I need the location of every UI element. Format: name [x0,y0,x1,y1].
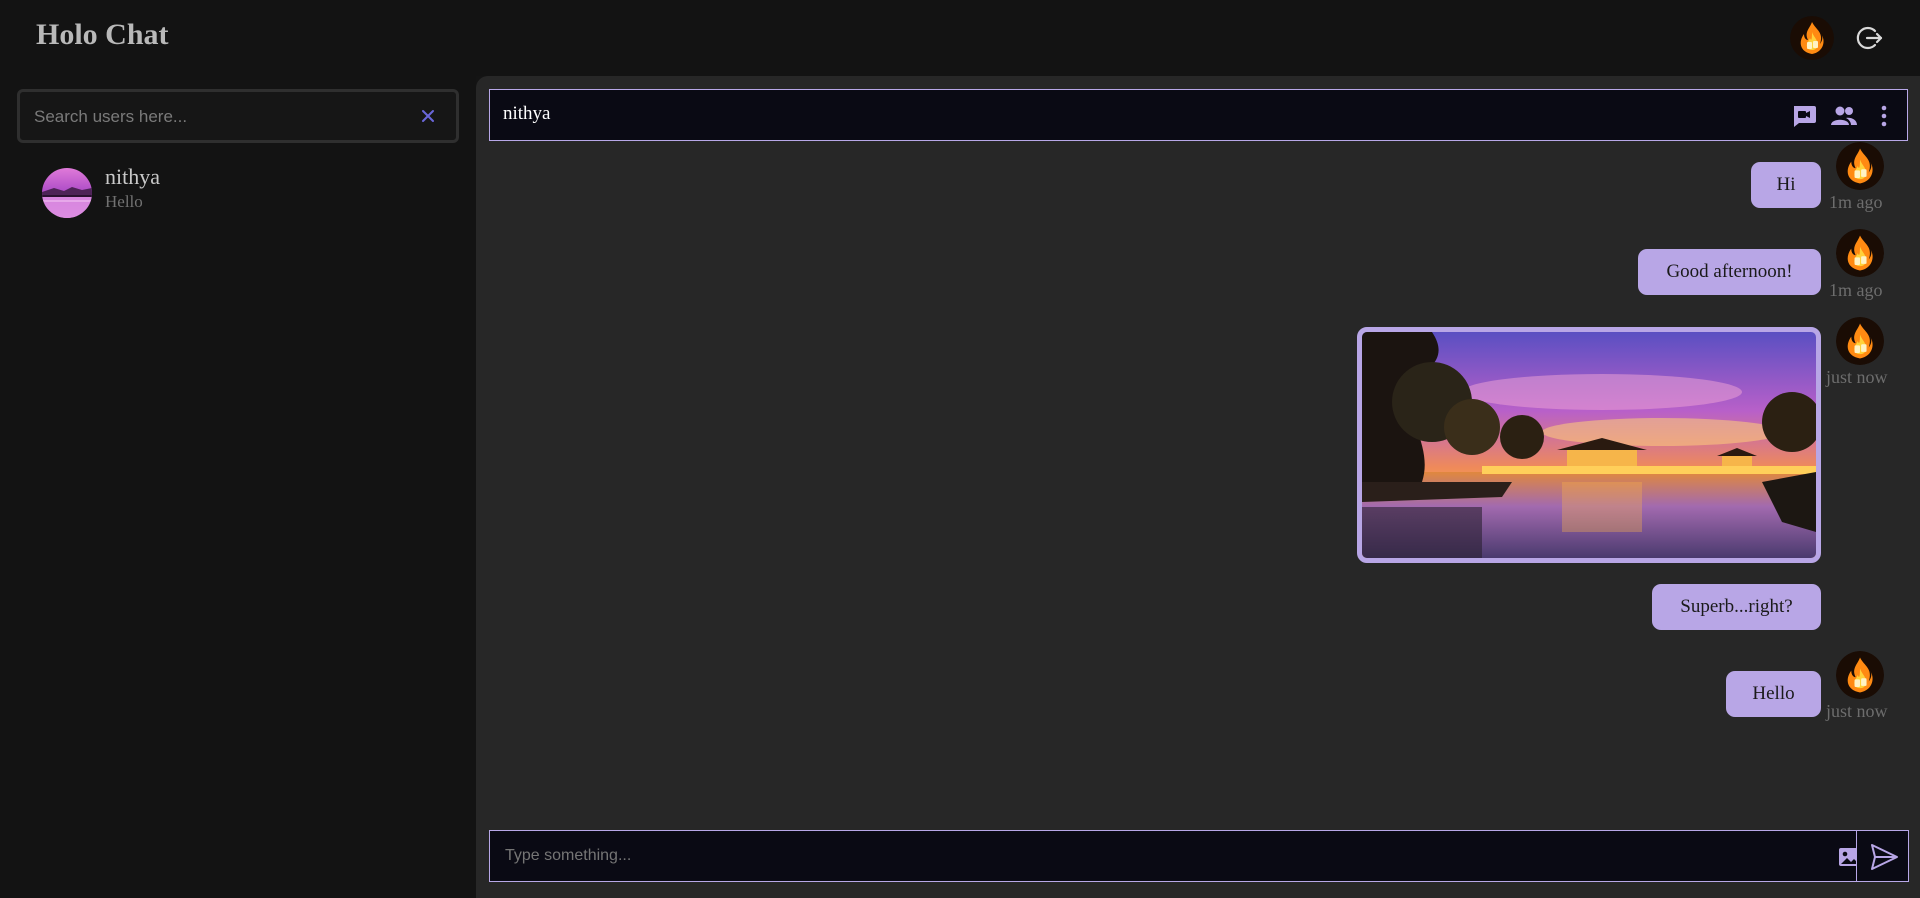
fire-avatar-icon [1836,229,1884,277]
search-box [17,89,459,143]
app-title: Holo Chat [36,18,169,51]
message-time: 1m ago [1829,280,1883,300]
search-clear-button[interactable] [417,105,439,127]
user-list-item[interactable]: nithya Hello [30,164,450,226]
sidebar: nithya Hello [0,76,476,898]
fire-avatar-icon [1836,142,1884,190]
image-message[interactable] [1357,327,1821,563]
message-time: just now [1826,701,1888,721]
chat-header: nithya [489,89,1908,141]
message-input[interactable] [505,843,1835,869]
message-avatar [1836,317,1884,365]
send-button[interactable] [1856,830,1909,882]
group-button[interactable] [1830,102,1858,130]
close-icon [422,110,434,122]
message-avatar [1836,229,1884,277]
message-bubble: Superb...right? [1652,584,1821,630]
message-bubble: Good afternoon! [1638,249,1821,295]
fire-avatar-icon [1836,651,1884,699]
video-call-button[interactable] [1791,102,1819,130]
more-vert-icon [1881,105,1887,127]
send-icon [1871,844,1898,870]
message-time: just now [1826,367,1888,387]
top-bar: Holo Chat [0,0,1920,76]
lake-avatar-icon [42,168,92,218]
fire-avatar-icon [1836,317,1884,365]
sunset-pavilion-image [1362,332,1816,558]
message-avatar [1836,142,1884,190]
profile-avatar[interactable] [1790,16,1834,60]
user-last-message: Hello [105,192,143,211]
search-input[interactable] [34,104,404,130]
message-composer [489,830,1909,882]
chat-contact-name: nithya [503,103,551,124]
fire-avatar-icon [1790,16,1834,60]
message-bubble: Hello [1726,671,1821,717]
logout-icon [1856,26,1883,50]
avatar [42,168,92,218]
logout-button[interactable] [1853,22,1885,54]
video-call-icon [1794,106,1816,127]
message-time: 1m ago [1829,192,1883,212]
group-icon [1831,106,1857,125]
message-bubble: Hi [1751,162,1821,208]
message-avatar [1836,651,1884,699]
more-options-button[interactable] [1870,102,1898,130]
user-name: nithya [105,164,160,189]
